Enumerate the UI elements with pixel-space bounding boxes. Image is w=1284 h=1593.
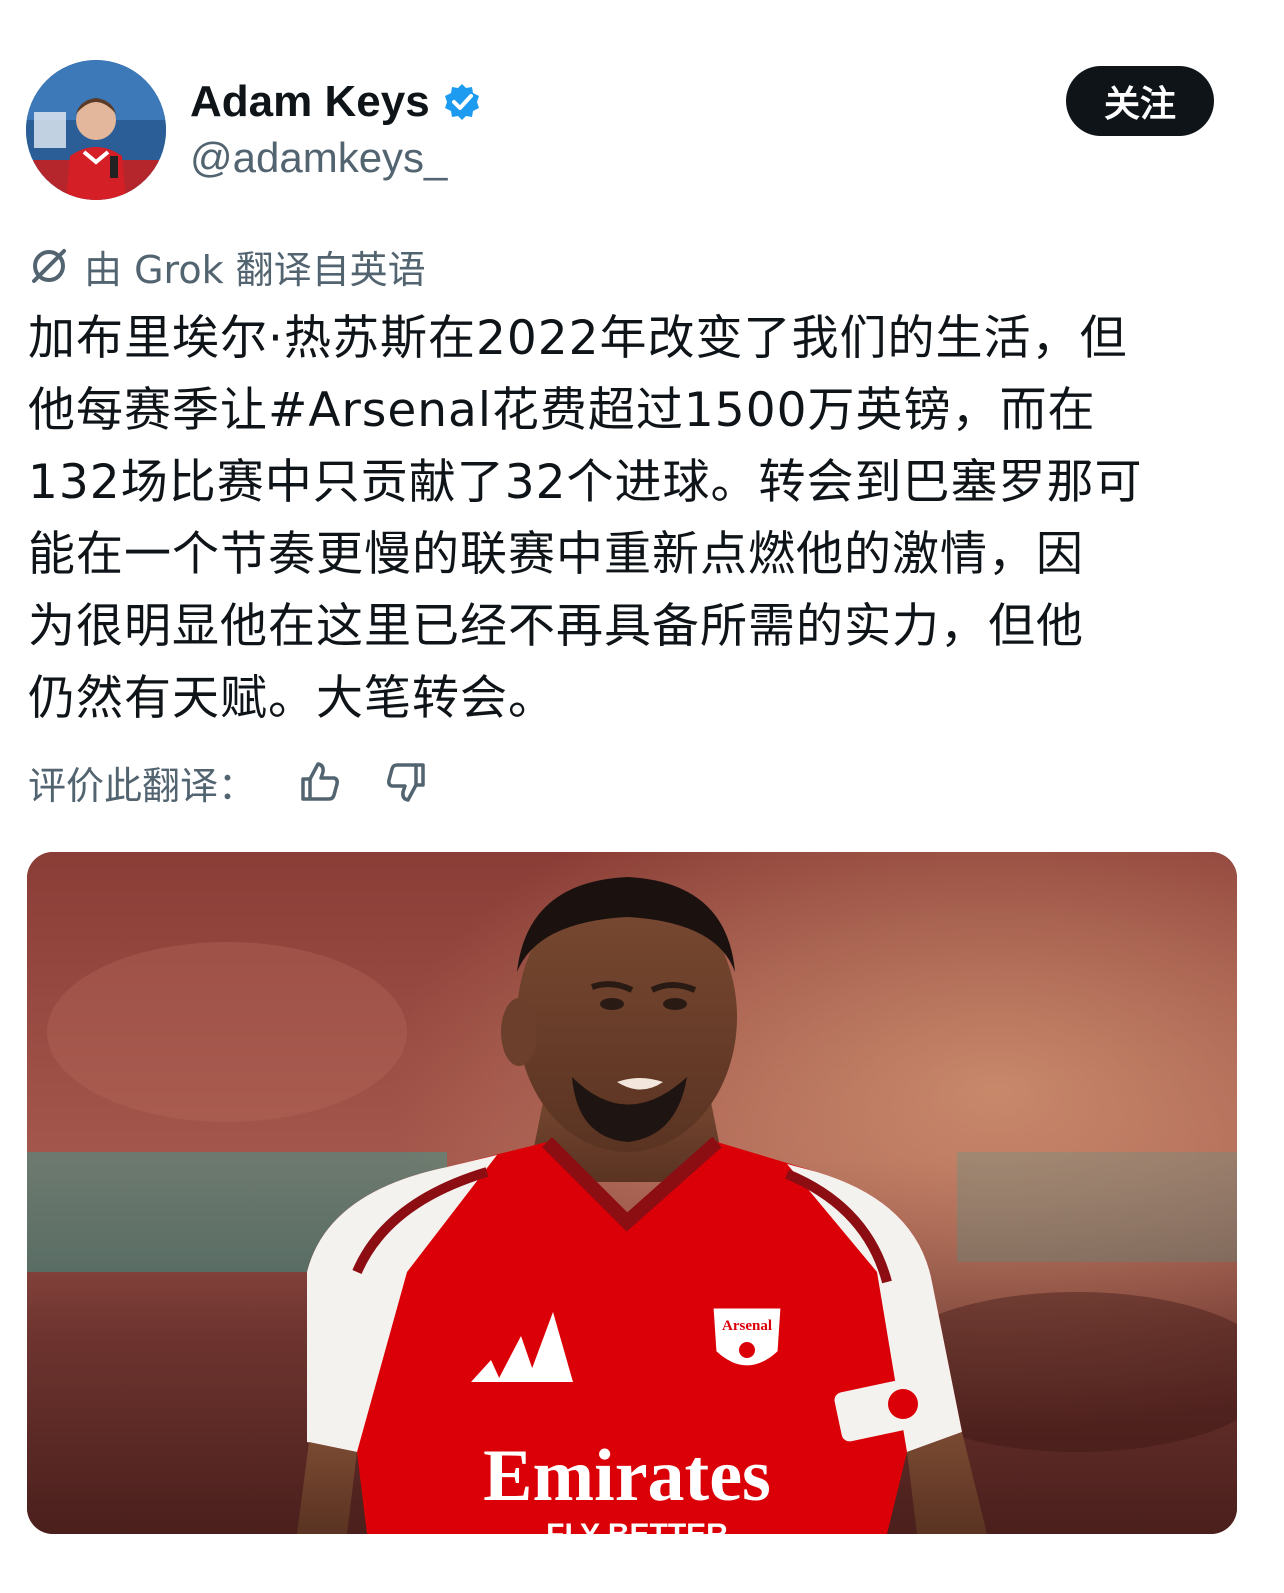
jersey-sponsor-text: Emirates xyxy=(483,1435,771,1517)
rate-translation-label: 评价此翻译： xyxy=(28,763,257,808)
player-photo: Arsenal Emirates FLY BETTER xyxy=(27,852,1237,1534)
translation-notice: 由 Grok 翻译自英语 xyxy=(28,238,426,294)
author-avatar[interactable] xyxy=(26,60,166,200)
author-handle[interactable]: @adamkeys_ xyxy=(190,134,482,182)
crest-text: Arsenal xyxy=(722,1318,772,1334)
thumbs-down-icon[interactable] xyxy=(376,752,436,812)
tweet-text: 加布里埃尔·热苏斯在2022年改变了我们的生活，但 他每赛季让#Arsenal花… xyxy=(28,303,1260,735)
verified-badge-icon xyxy=(442,82,482,122)
name-row: Adam Keys xyxy=(190,72,482,132)
tweet-line: 仍然有天赋。大笔转会。 xyxy=(28,671,556,726)
tweet-line: 能在一个节奏更慢的联赛中重新点燃他的激情，因 xyxy=(28,527,1084,582)
tweet-line: 132场比赛中只贡献了32个进球。转会到巴塞罗那可 xyxy=(28,455,1143,510)
grok-icon xyxy=(32,249,66,283)
translation-notice-text: 由 Grok 翻译自英语 xyxy=(84,247,426,292)
rate-translation: 评价此翻译： xyxy=(28,752,436,812)
follow-button[interactable]: 关注 xyxy=(1066,66,1214,136)
jersey-sponsor-subtext: FLY BETTER xyxy=(546,1518,728,1534)
tweet-line: 为很明显他在这里已经不再具备所需的实力，但他 xyxy=(28,599,1084,654)
tweet-line: 他每赛季让#Arsenal花费超过1500万英镑，而在 xyxy=(28,383,1096,438)
tweet-header: Adam Keys @adamkeys_ 关注 xyxy=(0,0,1284,230)
author-info: Adam Keys @adamkeys_ xyxy=(190,72,482,182)
tweet-media-image[interactable]: Arsenal Emirates FLY BETTER xyxy=(27,852,1237,1534)
thumbs-up-icon[interactable] xyxy=(290,752,350,812)
tweet-line: 加布里埃尔·热苏斯在2022年改变了我们的生活，但 xyxy=(28,311,1128,366)
display-name[interactable]: Adam Keys xyxy=(190,77,430,127)
